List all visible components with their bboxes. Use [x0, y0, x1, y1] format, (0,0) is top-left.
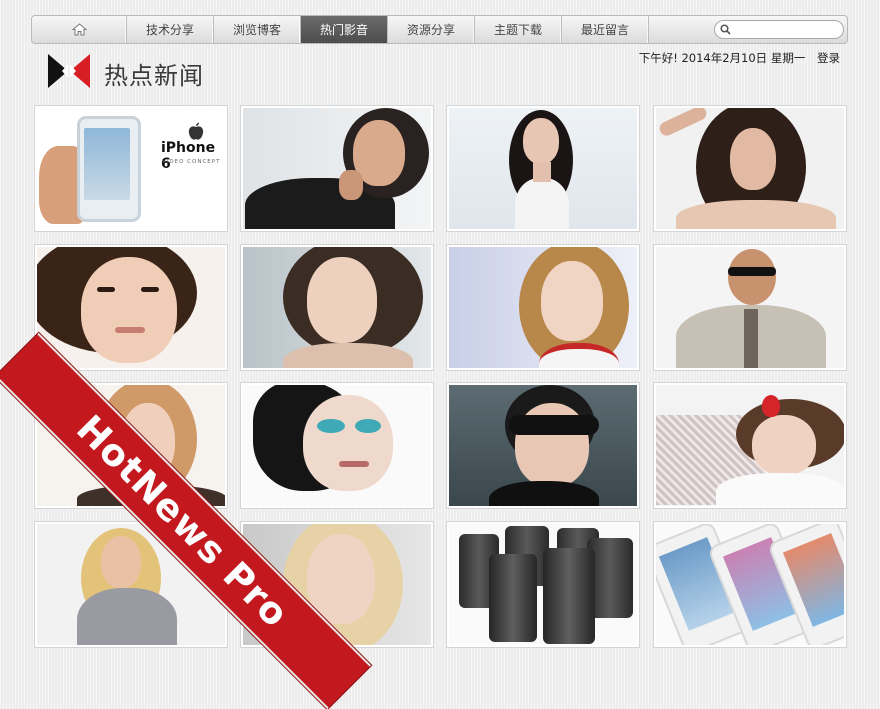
gallery-item[interactable] [653, 521, 847, 648]
gallery-item[interactable] [446, 244, 640, 371]
gallery-item[interactable] [446, 382, 640, 509]
video-concept-caption: VIDEO CONCEPT [162, 159, 221, 165]
thumbnail-image [449, 385, 637, 506]
gallery-item[interactable] [446, 521, 640, 648]
thumbnail-image [449, 247, 637, 368]
gallery-item[interactable] [653, 382, 847, 509]
gallery-item[interactable] [653, 105, 847, 232]
gallery-item[interactable] [446, 105, 640, 232]
gallery-item[interactable] [653, 244, 847, 371]
thumbnail-image [37, 247, 225, 368]
thumbnail-image [656, 524, 844, 645]
gallery-item[interactable] [240, 105, 434, 232]
thumbnail-image [656, 385, 844, 506]
gallery-item[interactable] [34, 244, 228, 371]
gallery-item[interactable] [240, 382, 434, 509]
thumbnail-image [449, 108, 637, 229]
apple-logo-icon [188, 122, 204, 140]
iphone-caption: iPhone 6 [161, 140, 216, 172]
thumbnail-image [243, 247, 431, 368]
thumbnail-image [449, 524, 637, 645]
thumbnail-image [656, 247, 844, 368]
gallery-item[interactable]: iPhone 6 VIDEO CONCEPT [34, 105, 228, 232]
gallery-grid: iPhone 6 VIDEO CONCEPT [0, 0, 880, 660]
thumbnail-image [243, 385, 431, 506]
gallery-item[interactable] [240, 244, 434, 371]
thumbnail-image [656, 108, 844, 229]
thumbnail-image [243, 108, 431, 229]
